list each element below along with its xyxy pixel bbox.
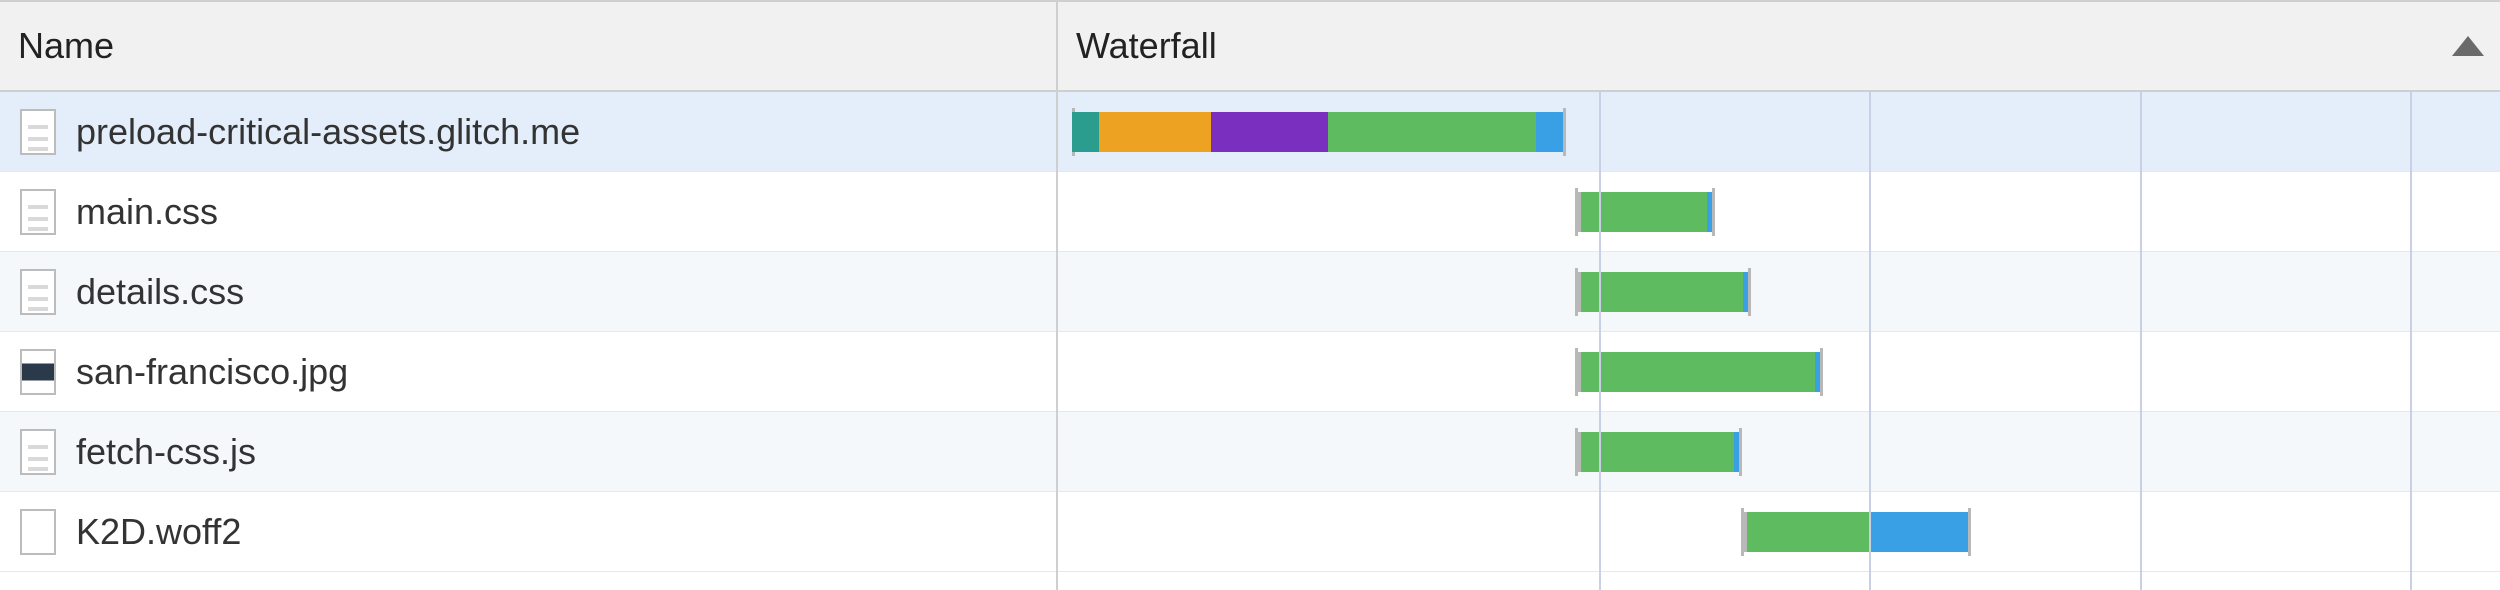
name-rows: preload-critical-assets.glitch.me main.cs… — [0, 92, 1056, 590]
network-panel: Name preload-critical-assets.glitch.me ma… — [0, 0, 2500, 590]
font-file-icon — [18, 507, 58, 557]
timing-bar — [1058, 512, 2500, 552]
request-name: preload-critical-assets.glitch.me — [76, 111, 580, 153]
waterfall-row[interactable] — [1058, 412, 2500, 492]
document-file-icon — [18, 427, 58, 477]
segment-connecting — [1099, 112, 1212, 152]
segment-waiting — [1328, 112, 1535, 152]
segment-waiting — [1581, 432, 1734, 472]
timing-bar — [1058, 192, 2500, 232]
bar-end-tick — [1968, 508, 1971, 556]
request-name: fetch-css.js — [76, 431, 256, 473]
name-header-label: Name — [18, 25, 114, 67]
segment-ssl — [1211, 112, 1328, 152]
segment-waiting — [1581, 192, 1707, 232]
table-row[interactable]: san-francisco.jpg — [0, 332, 1056, 412]
document-file-icon — [18, 107, 58, 157]
table-row[interactable]: fetch-css.js — [0, 412, 1056, 492]
waterfall-row[interactable] — [1058, 172, 2500, 252]
request-name: main.css — [76, 191, 218, 233]
table-row[interactable]: preload-critical-assets.glitch.me — [0, 92, 1056, 172]
document-file-icon — [18, 267, 58, 317]
timing-bar — [1058, 352, 2500, 392]
timing-bar — [1058, 432, 2500, 472]
waterfall-column-header[interactable]: Waterfall — [1058, 2, 2500, 92]
waterfall-row[interactable] — [1058, 252, 2500, 332]
image-file-icon — [18, 347, 58, 397]
request-name: K2D.woff2 — [76, 511, 241, 553]
timing-bar — [1058, 272, 2500, 312]
waterfall-row[interactable] — [1058, 92, 2500, 172]
segment-waiting — [1581, 352, 1815, 392]
segment-dns — [1072, 112, 1099, 152]
waterfall-row[interactable] — [1058, 332, 2500, 412]
request-name: details.css — [76, 271, 244, 313]
table-row[interactable]: K2D.woff2 — [0, 492, 1056, 572]
bar-end-tick — [1739, 428, 1742, 476]
segment-waiting — [1747, 512, 1870, 552]
segment-content — [1869, 512, 1968, 552]
waterfall-row[interactable] — [1058, 492, 2500, 572]
bar-end-tick — [1712, 188, 1715, 236]
document-file-icon — [18, 187, 58, 237]
segment-waiting — [1581, 272, 1743, 312]
waterfall-column: Waterfall — [1058, 2, 2500, 590]
bar-end-tick — [1820, 348, 1823, 396]
waterfall-rows — [1058, 92, 2500, 590]
sort-asc-icon — [2452, 36, 2484, 56]
table-row[interactable]: details.css — [0, 252, 1056, 332]
name-column: Name preload-critical-assets.glitch.me ma… — [0, 2, 1058, 590]
waterfall-header-label: Waterfall — [1076, 25, 1217, 67]
bar-end-tick — [1748, 268, 1751, 316]
request-name: san-francisco.jpg — [76, 351, 348, 393]
segment-content — [1536, 112, 1563, 152]
bar-end-tick — [1563, 108, 1566, 156]
timing-bar — [1058, 112, 2500, 152]
name-column-header[interactable]: Name — [0, 2, 1056, 92]
table-row[interactable]: main.css — [0, 172, 1056, 252]
